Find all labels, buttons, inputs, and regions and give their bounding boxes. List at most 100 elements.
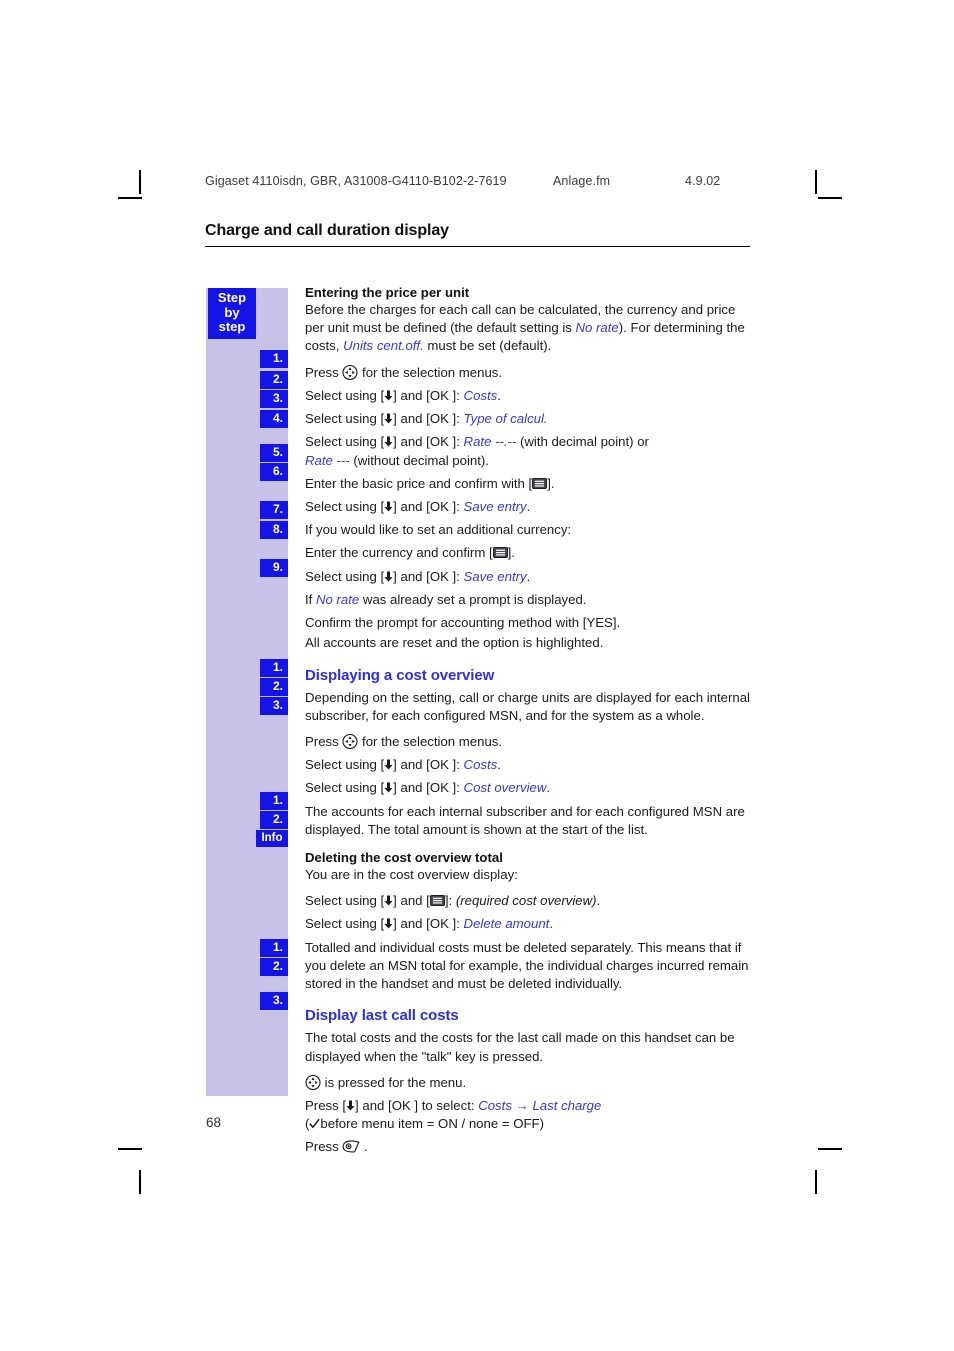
step-1-text-b: ] and [ — [393, 893, 430, 909]
step-1-text-c: ]: — [444, 893, 456, 909]
step-number-badge: 3. — [260, 992, 288, 1010]
section-heading-cost-overview: Displaying a cost overview — [305, 666, 495, 684]
intro-paragraph-cost-overview: Depending on the setting, call or charge… — [305, 689, 750, 723]
placeholder-required-cost-overview: (required cost overview) — [455, 893, 597, 909]
navigation-key-icon — [305, 1074, 321, 1090]
display-key-icon — [429, 895, 445, 907]
after-cost-overview-note: The accounts for each internal subscribe… — [305, 803, 745, 837]
step-3-last-call-costs: Press . — [305, 1138, 753, 1156]
step-by-step-tag: Step by step — [208, 288, 256, 339]
step-6-entering-price: Select using [] and [OK ]: Save entry. — [305, 498, 753, 516]
step-number-badge: 9. — [260, 559, 288, 577]
step-2-entering-price: Select using [ ] and [OK ]: Costs. — [305, 387, 753, 405]
step-7-text-b: ]. — [507, 545, 515, 561]
step-1-cost-overview: Press for the selection menus. — [305, 733, 753, 751]
display-key-icon — [492, 547, 508, 559]
note-no-rate-prompt: If No rate was already set a prompt is d… — [305, 591, 753, 609]
down-arrow-key-icon — [384, 895, 393, 906]
step-1-text-b: for the selection menus. — [358, 733, 503, 749]
menu-item-save-entry: Save entry — [463, 498, 527, 514]
step-2-deleting-total: Select using [] and [OK ]: Delete amount… — [305, 915, 753, 933]
step-2-text-b: ] and [OK ]: — [393, 916, 464, 932]
menu-item-costs: Costs — [463, 387, 498, 403]
step-number-badge: 2. — [260, 811, 288, 829]
step-2-text-a: Select using [ — [305, 757, 385, 773]
step-number-badge: 3. — [260, 390, 288, 408]
end-call-key-icon — [342, 1140, 360, 1153]
note-additional-currency: If you would like to set an additional c… — [305, 522, 572, 538]
menu-item-last-charge: Last charge — [532, 1098, 602, 1113]
step-3-text-a: Press — [305, 1139, 343, 1155]
step-6-text-a: Select using [ — [305, 498, 385, 514]
step-number-badge: 5. — [260, 444, 288, 462]
step-5-text-b: ]. — [547, 475, 555, 491]
info-badge: Info — [256, 830, 288, 848]
step-6-text-b: ] and [OK ]: — [393, 498, 464, 514]
step-3-text-b: ] and [OK ]: — [393, 411, 464, 427]
note-no-rate-c: was already set a prompt is displayed. — [359, 591, 587, 607]
navigation-key-icon — [342, 733, 358, 749]
step-2-text-b: ] and [OK ]: — [393, 387, 464, 403]
intro-text-c: must be set (default). — [423, 338, 552, 354]
subsection-heading-entering-price: Entering the price per unit — [305, 285, 470, 300]
step-4-mid: (with decimal point) or — [516, 434, 649, 450]
step-number-badge: 4. — [260, 410, 288, 428]
down-arrow-key-icon — [384, 918, 393, 929]
step-7-entering-price: Enter the currency and confirm []. — [305, 544, 753, 562]
menu-path-arrow-icon: → — [511, 1098, 533, 1113]
step-1-deleting-total: Select using [] and []: (required cost o… — [305, 892, 753, 910]
main-content-column: Entering the price per unit Before the c… — [305, 285, 753, 1157]
step-number-badge: 1. — [260, 792, 288, 810]
page-number: 68 — [206, 1115, 222, 1130]
step-8-end: . — [526, 568, 531, 584]
step-4-text-b: ] and [OK ]: — [393, 434, 464, 450]
menu-item-units-cent-off: Units cent.off. — [343, 338, 424, 354]
down-arrow-key-icon — [384, 501, 393, 512]
step-number-badge: 1. — [260, 350, 288, 368]
step-2-text-b: ] and [OK ]: — [393, 757, 464, 773]
step-number-badge: 1. — [260, 939, 288, 957]
step-1-text-a: Press — [305, 364, 343, 380]
step-2-text-a: Select using [ — [305, 387, 385, 403]
menu-item-costs: Costs — [478, 1098, 512, 1113]
intro-paragraph-deleting-total: You are in the cost overview display: — [305, 867, 518, 883]
step-2-text-a: Press [ — [305, 1098, 347, 1113]
step-tag-line-3: step — [218, 319, 246, 335]
step-2-last-call-costs: Press [] and [OK ] to select: Costs → La… — [305, 1097, 753, 1133]
step-number-badge: 2. — [260, 371, 288, 389]
step-number-badge: 2. — [260, 678, 288, 696]
step-8-text-a: Select using [ — [305, 568, 385, 584]
step-number-badge: 8. — [260, 521, 288, 539]
subsection-heading-deleting-total: Deleting the cost overview total — [305, 850, 503, 866]
step-4-end: (without decimal point). — [349, 452, 489, 468]
step-number-badge: 2. — [260, 958, 288, 976]
menu-item-save-entry: Save entry — [463, 568, 527, 584]
down-arrow-key-icon — [384, 759, 393, 770]
menu-item-rate-no-decimal: Rate --- — [305, 452, 350, 468]
note-no-rate-a: If — [305, 591, 316, 607]
step-1-last-call-costs: is pressed for the menu. — [305, 1074, 753, 1092]
step-number-badge: 7. — [260, 501, 288, 519]
step-8-entering-price: Select using [] and [OK ]: Save entry. — [305, 568, 753, 586]
step-1-text-a: Press — [305, 733, 343, 749]
intro-paragraph-entering-price: Before the charges for each call can be … — [305, 301, 753, 356]
step-5-text-a: Enter the basic price and confirm with [ — [305, 475, 533, 491]
menu-item-cost-overview: Cost overview — [463, 780, 547, 796]
menu-item-rate-decimal: Rate --.-- — [463, 434, 517, 450]
step-3-text-b: . — [360, 1139, 368, 1155]
step-2-cost-overview: Select using [] and [OK ]: Costs. — [305, 756, 753, 774]
step-2-note-b: before menu item = ON / none = OFF) — [320, 1116, 544, 1132]
step-2-text-end: . — [497, 387, 501, 403]
menu-item-type-of-calcul: Type of calcul. — [463, 411, 548, 427]
step-number-badge: 1. — [260, 659, 288, 677]
step-2-end: . — [497, 757, 501, 773]
step-1-end: . — [596, 893, 601, 909]
down-arrow-key-icon — [384, 413, 393, 424]
down-arrow-key-icon — [384, 782, 393, 793]
step-4-entering-price: Select using [] and [OK ]: Rate --.-- (w… — [305, 433, 753, 469]
display-key-icon — [532, 477, 548, 489]
navigation-key-icon — [342, 364, 358, 380]
down-arrow-key-icon — [384, 571, 393, 582]
step-7-text-a: Enter the currency and confirm [ — [305, 545, 493, 561]
step-9-entering-price: Confirm the prompt for accounting method… — [305, 615, 621, 631]
